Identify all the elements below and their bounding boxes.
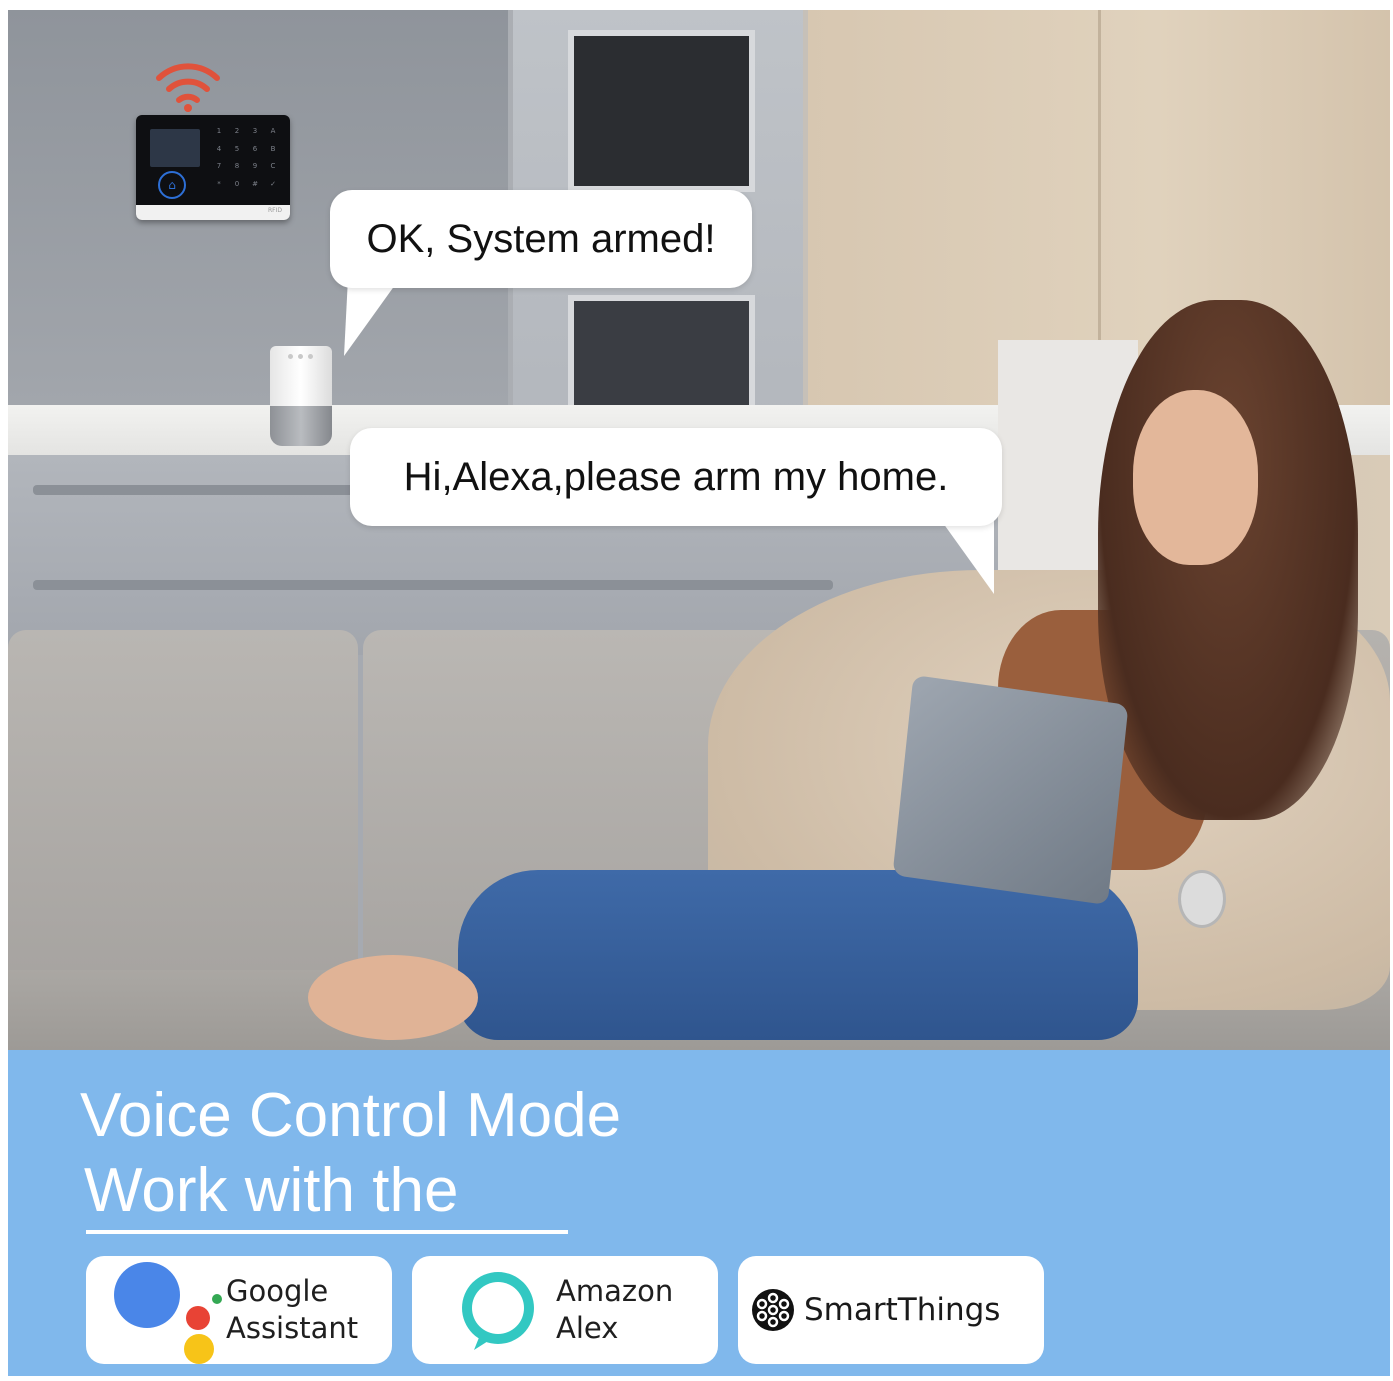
keypad-key: 7 xyxy=(216,162,222,170)
google-label-line1: Google xyxy=(226,1274,329,1308)
keypad-key: ✓ xyxy=(270,179,276,188)
rfid-badge: RFID xyxy=(267,207,282,214)
keypad-key: 9 xyxy=(252,162,258,170)
google-assistant-icon xyxy=(108,1256,222,1364)
system-reply-text: OK, System armed! xyxy=(366,216,716,261)
tablet-device xyxy=(892,674,1129,906)
panel-keypad: 1 2 3 A 4 5 6 B 7 8 9 C * 0 # ✓ xyxy=(212,127,280,193)
wifi-icon xyxy=(156,63,220,112)
oven xyxy=(568,295,755,417)
living-room-photo: ⌂ 1 2 3 A 4 5 6 B 7 8 9 C * 0 # ✓ RFID OK, System armed… xyxy=(8,10,1390,1050)
voice-control-banner: Voice Control Mode Work with the Google … xyxy=(8,1050,1390,1376)
keypad-key: 8 xyxy=(234,162,240,170)
keypad-key: * xyxy=(217,179,221,188)
keypad-key: 0 xyxy=(234,179,240,188)
alarm-panel: ⌂ 1 2 3 A 4 5 6 B 7 8 9 C * 0 # ✓ RFID xyxy=(136,115,290,220)
coffee-machine xyxy=(568,30,755,192)
woman-feet xyxy=(308,955,478,1040)
headline-underline xyxy=(86,1230,568,1234)
woman-hair xyxy=(1098,300,1358,820)
keypad-key: B xyxy=(270,144,276,153)
keypad-key: C xyxy=(270,162,276,170)
amazon-alexa-card: Amazon Alex xyxy=(412,1256,718,1364)
speech-bubble-tail xyxy=(344,278,400,356)
smartthings-label: SmartThings xyxy=(804,1292,1001,1328)
amazon-alexa-icon xyxy=(462,1272,534,1350)
woman-legs xyxy=(458,870,1138,1040)
keypad-key: 2 xyxy=(234,127,240,135)
speech-bubble-user: Hi,Alexa,please arm my home. xyxy=(350,428,1002,526)
headline: Voice Control Mode xyxy=(80,1081,622,1150)
product-image: ⌂ 1 2 3 A 4 5 6 B 7 8 9 C * 0 # ✓ RFID OK, System armed… xyxy=(8,10,1390,1376)
speech-bubble-system: OK, System armed! xyxy=(330,190,752,288)
keypad-key: 3 xyxy=(252,127,258,135)
keypad-key: 6 xyxy=(252,144,258,153)
sofa-cushion xyxy=(8,630,358,990)
keypad-key: 4 xyxy=(216,144,222,153)
user-command-text: Hi,Alexa,please arm my home. xyxy=(403,454,949,499)
google-label-line2: Assistant xyxy=(226,1311,359,1345)
woman-face xyxy=(1133,390,1258,565)
keypad-key: 1 xyxy=(216,127,222,135)
speech-bubble-tail xyxy=(938,516,994,594)
smartthings-icon xyxy=(752,1289,794,1331)
smartthings-card: SmartThings xyxy=(738,1256,1044,1364)
keypad-key: 5 xyxy=(234,144,240,153)
alexa-label-line2: Alex xyxy=(556,1311,619,1345)
alexa-label-line1: Amazon xyxy=(556,1274,674,1308)
keypad-key: A xyxy=(270,127,276,135)
home-icon: ⌂ xyxy=(158,171,186,199)
wristwatch xyxy=(1178,870,1226,928)
smart-speaker xyxy=(270,346,332,446)
subheadline: Work with the xyxy=(84,1156,459,1225)
panel-base xyxy=(136,205,290,220)
panel-screen xyxy=(150,129,200,167)
keypad-key: # xyxy=(252,179,258,188)
google-assistant-card: Google Assistant xyxy=(86,1256,392,1364)
